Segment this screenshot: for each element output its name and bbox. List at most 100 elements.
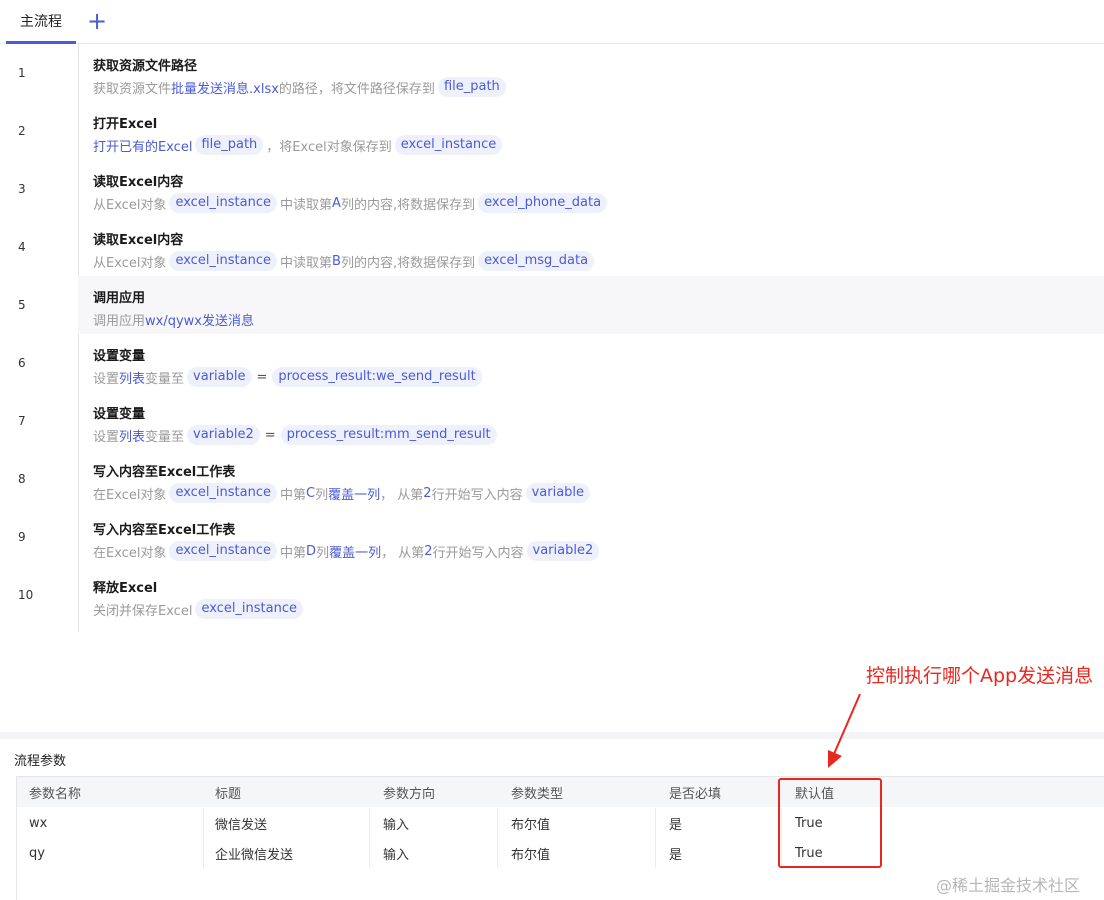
flow-step-row[interactable]: 9 写入内容至Excel工作表 在Excel对象 excel_instance 中第 D…	[6, 508, 1104, 566]
param-link[interactable]: 列表	[119, 368, 145, 387]
step-title: 调用应用	[93, 291, 146, 306]
description-text: 设置	[93, 371, 120, 387]
description-text: 中读取第	[280, 255, 333, 271]
step-title: 读取Excel内容	[93, 233, 184, 248]
description-text: 从Excel对象	[93, 255, 167, 271]
param-required-cell: 是	[669, 817, 683, 833]
param-link[interactable]: B	[332, 254, 341, 269]
param-link[interactable]: 覆盖一列	[329, 542, 381, 561]
description-text: ， 从第	[380, 487, 424, 503]
param-link[interactable]: A	[332, 196, 341, 211]
variable-chip[interactable]: excel_instance	[169, 483, 278, 503]
description-text: 变量至	[145, 429, 185, 445]
param-link[interactable]: 2	[423, 486, 431, 501]
param-link[interactable]: 2	[424, 544, 432, 559]
table-row[interactable]: qy 企业微信发送 输入 布尔值 是 True	[17, 838, 1104, 868]
tab-bar: 主流程 +	[0, 0, 1104, 44]
param-link[interactable]: 覆盖一列	[328, 484, 380, 503]
description-text: 在Excel对象	[93, 545, 167, 561]
variable-chip[interactable]: excel_instance	[169, 541, 278, 561]
flow-step-row[interactable]: 8 写入内容至Excel工作表 在Excel对象 excel_instance 中第 C…	[6, 450, 1104, 508]
step-title: 设置变量	[93, 349, 146, 364]
flow-step-row[interactable]: 1 获取资源文件路径获取资源文件 批量发送消息.xlsx 的路径，将文件路径保存到 fi…	[6, 44, 1104, 102]
flow-step-row[interactable]: 7 设置变量 设置 列表 变量至 variable2 = process_result:m…	[6, 392, 1104, 450]
param-link[interactable]: D	[306, 544, 316, 559]
step-number: 5	[6, 276, 78, 334]
description-text: 变量至	[145, 371, 185, 387]
step-title: 读取Excel内容	[93, 175, 184, 190]
variable-chip[interactable]: excel_msg_data	[478, 251, 595, 271]
step-description: 关闭并保存Excel excel_instance	[93, 598, 306, 620]
param-type-cell: 布尔值	[511, 817, 551, 833]
flow-step-row[interactable]: 3 读取Excel内容 从Excel对象 excel_instance 中读取第 A 列…	[6, 160, 1104, 218]
param-link[interactable]: C	[306, 486, 315, 501]
description-text: 列的内容,将数据保存到	[340, 197, 476, 213]
watermark: @稀土掘金技术社区	[936, 876, 1081, 895]
step-title: 写入内容至Excel工作表	[93, 465, 236, 480]
flow-step-row[interactable]: 5 调用应用 调用应用 wx/qywx发送消息	[6, 276, 1104, 334]
param-link[interactable]: 列表	[119, 426, 145, 445]
variable-chip[interactable]: excel_instance	[169, 251, 278, 271]
step-title: 获取资源文件路径	[93, 59, 198, 74]
variable-chip[interactable]: variable2	[187, 425, 260, 445]
description-text: 行开始写入内容	[431, 487, 523, 503]
variable-chip[interactable]: variable	[525, 483, 591, 503]
params-table-header: 参数名称 标题 参数方向 参数类型 是否必填 默认值	[17, 777, 1104, 807]
param-link[interactable]: wx/qywx发送消息	[145, 310, 254, 329]
step-description: 打开已有的Excel file_path ，将Excel对象保存到 excel_ins…	[93, 134, 505, 156]
annotation-note: 控制执行哪个App发送消息	[866, 665, 1094, 687]
step-description: 设置 列表 变量至 variable = process_result:we_send…	[93, 366, 485, 388]
column-divider	[203, 808, 204, 868]
variable-chip[interactable]: excel_instance	[195, 599, 304, 619]
variable-chip[interactable]: process_result:mm_send_result	[280, 425, 497, 445]
header-required: 是否必填	[669, 786, 722, 802]
annotation-arrow	[828, 693, 861, 768]
step-number: 2	[18, 124, 26, 138]
step-description: 设置 列表 变量至 variable2 = process_result:mm_sen…	[93, 424, 500, 446]
description-text: 关闭并保存Excel	[93, 603, 193, 619]
flow-step-row[interactable]: 4 读取Excel内容 从Excel对象 excel_instance 中读取第 B 列…	[6, 218, 1104, 276]
description-text: ，将Excel对象保存到	[266, 139, 392, 155]
param-link[interactable]: 批量发送消息.xlsx	[171, 78, 279, 97]
description-text: 调用应用	[93, 313, 146, 329]
param-title-cell: 企业微信发送	[215, 847, 294, 863]
flow-step-row[interactable]: 2 打开Excel 打开已有的Excel file_path ，将Excel对象保存到 e…	[6, 102, 1104, 160]
tab-main-flow[interactable]: 主流程	[6, 0, 76, 44]
step-number: 1	[18, 66, 26, 80]
section-divider	[0, 732, 1104, 739]
column-divider	[497, 808, 498, 868]
header-direction: 参数方向	[383, 786, 436, 802]
param-required-cell: 是	[669, 847, 683, 863]
add-tab-button[interactable]: +	[86, 9, 108, 33]
variable-chip[interactable]: excel_instance	[394, 135, 503, 155]
variable-chip[interactable]: variable2	[526, 541, 600, 561]
description-text: 列的内容,将数据保存到	[340, 255, 476, 271]
param-type-cell: 布尔值	[511, 847, 551, 863]
step-number: 9	[18, 530, 26, 544]
step-description: 在Excel对象 excel_instance 中第 D 列 覆盖一列， 从第 2 …	[93, 540, 602, 562]
description-text: 行开始写入内容	[432, 545, 524, 561]
param-direction-cell: 输入	[383, 847, 410, 863]
param-direction-cell: 输入	[383, 817, 410, 833]
step-title: 打开Excel	[93, 117, 158, 132]
header-title: 标题	[215, 786, 242, 802]
step-title: 释放Excel	[93, 581, 158, 596]
step-description: 获取资源文件 批量发送消息.xlsx 的路径，将文件路径保存到 file_path	[93, 76, 509, 98]
flow-step-row[interactable]: 6 设置变量 设置 列表 变量至 variable = process_result:we…	[6, 334, 1104, 392]
step-title: 设置变量	[93, 407, 146, 422]
flow-step-row[interactable]: 10 释放Excel 关闭并保存Excel excel_instance	[6, 566, 1104, 624]
param-title-cell: 微信发送	[215, 817, 268, 833]
variable-chip[interactable]: variable	[187, 367, 252, 387]
variable-chip[interactable]: file_path	[437, 77, 506, 97]
param-name-cell: wx	[29, 815, 48, 831]
variable-chip[interactable]: excel_instance	[169, 193, 278, 213]
equals-sign: =	[264, 427, 276, 443]
variable-chip[interactable]: file_path	[195, 135, 264, 155]
table-row[interactable]: wx 微信发送 输入 布尔值 是 True	[17, 808, 1104, 838]
description-text: 获取资源文件	[93, 81, 172, 97]
highlight-box	[778, 778, 882, 868]
variable-chip[interactable]: process_result:we_send_result	[272, 367, 482, 387]
variable-chip[interactable]: excel_phone_data	[478, 193, 608, 213]
param-link[interactable]: 打开已有的Excel	[93, 136, 192, 155]
step-description: 从Excel对象 excel_instance 中读取第 B 列的内容,将数据保存到…	[93, 250, 597, 272]
